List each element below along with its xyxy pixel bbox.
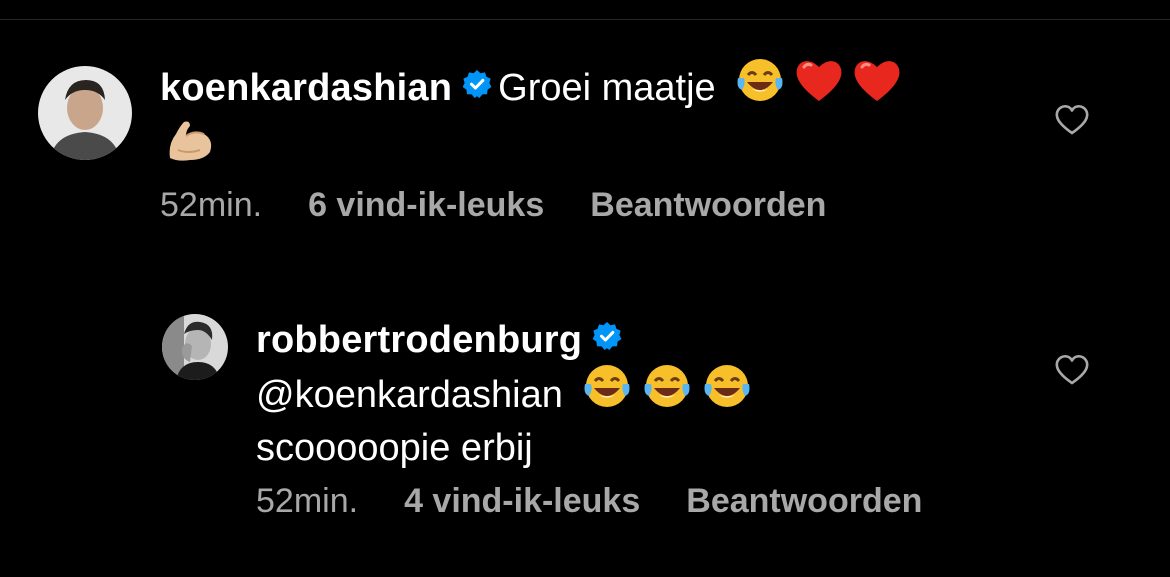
reply-button[interactable]: Beantwoorden	[590, 186, 826, 224]
red-heart-icon	[852, 57, 902, 116]
reply-button[interactable]: Beantwoorden	[686, 482, 922, 520]
face-with-tears-of-joy-icon	[641, 362, 693, 423]
top-divider	[0, 19, 1170, 20]
flexed-biceps-icon	[164, 118, 216, 175]
comment-time: 52min.	[256, 482, 359, 520]
comment-text-line-2: scooooopie erbij	[256, 427, 533, 470]
comment-body: robbertrodenburg @koenkardashian scooooo…	[256, 314, 1036, 473]
face-with-tears-of-joy-icon	[581, 362, 633, 423]
comment-text-line: koenkardashian Groei maatje	[160, 58, 1020, 118]
verified-badge-icon	[592, 314, 622, 364]
username[interactable]: koenkardashian	[160, 67, 452, 109]
avatar[interactable]	[162, 314, 228, 380]
face-with-tears-of-joy-icon	[701, 362, 753, 423]
mention-link[interactable]: @koenkardashian	[256, 374, 563, 416]
comment-meta: 52min. 6 vind-ik-leuks Beantwoorden	[160, 186, 872, 225]
comment-text-line-2	[160, 118, 1020, 175]
likes-count[interactable]: 4 vind-ik-leuks	[404, 482, 640, 520]
verified-badge-icon	[462, 62, 492, 112]
likes-count[interactable]: 6 vind-ik-leuks	[308, 186, 544, 224]
username[interactable]: robbertrodenburg	[256, 319, 582, 361]
like-heart-icon[interactable]	[1054, 354, 1090, 391]
comment-body: koenkardashian Groei maatje	[160, 58, 1020, 175]
avatar[interactable]	[38, 66, 132, 160]
red-heart-icon	[794, 57, 844, 116]
like-heart-icon[interactable]	[1054, 104, 1090, 141]
comment-time: 52min.	[160, 186, 263, 224]
comment-text-line: @koenkardashian	[256, 365, 1036, 423]
face-with-tears-of-joy-icon	[734, 56, 786, 117]
comment-text: Groei maatje	[498, 67, 716, 110]
comment-meta: 52min. 4 vind-ik-leuks Beantwoorden	[256, 482, 968, 521]
